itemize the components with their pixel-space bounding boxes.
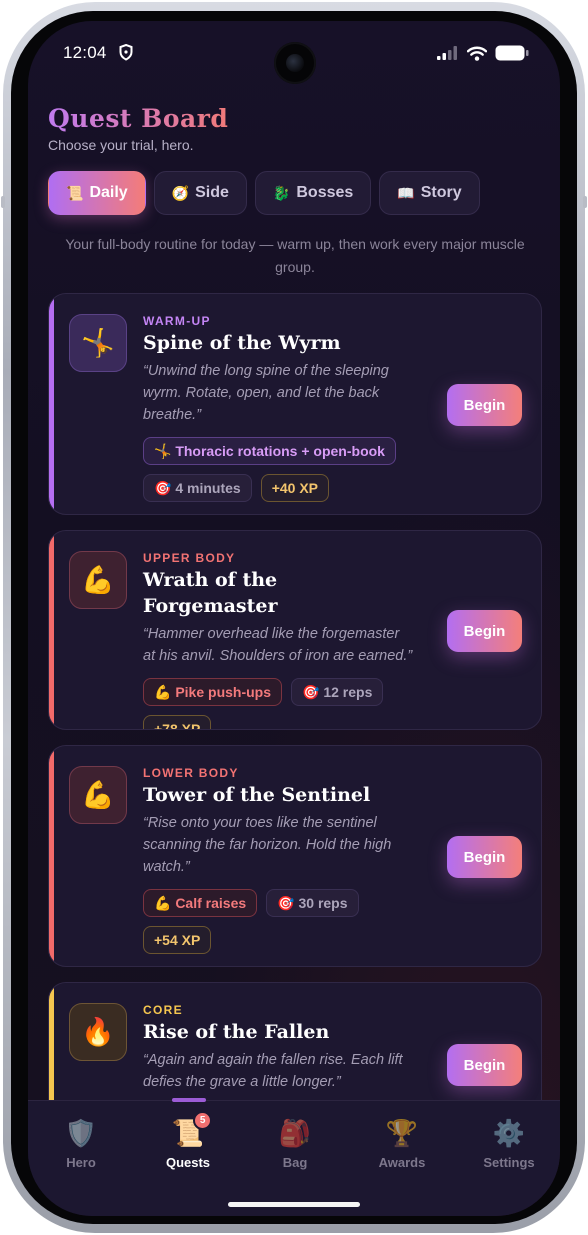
quest-title: Spine of the Wyrm (143, 332, 341, 354)
quest-category: LOWER BODY (143, 766, 239, 780)
gear-icon: ⚙️ (492, 1118, 526, 1148)
quest-tags: 🤸 Thoracic rotations + open-book 🎯 4 min… (143, 437, 415, 502)
quest-title: Tower of the Sentinel (143, 784, 371, 806)
quest-card: 🤸 WARM-UP Spine of the Wyrm “Unwind the … (48, 293, 542, 515)
routine-description: Your full-body routine for today — warm … (65, 236, 525, 275)
dragon-icon: 🐉 (272, 184, 291, 201)
nav-label: Hero (66, 1155, 96, 1170)
status-indicators (437, 45, 529, 61)
side-button-right (583, 196, 587, 208)
shield-icon: 🛡️ (64, 1118, 98, 1148)
notification-badge: 5 (193, 1111, 213, 1130)
exercise-chip: 🤸 Thoracic rotations + open-book (143, 437, 396, 465)
quest-category-tabs: 📜 Daily 🧭 Side 🐉 Bosses 📖 Story (48, 171, 480, 215)
tab-label: Story (420, 184, 462, 201)
card-accent-bar (49, 746, 54, 966)
cartwheel-icon: 🤸 (69, 314, 127, 372)
card-accent-bar (49, 531, 54, 729)
trophy-icon: 🏆 (385, 1118, 419, 1148)
bottom-tab-bar: 🛡️ Hero 📜 5 Quests 🎒 Bag 🏆 Awards ⚙️ Sett… (28, 1098, 560, 1216)
fire-icon: 🔥 (69, 1003, 127, 1061)
front-camera (274, 42, 316, 84)
quest-category: UPPER BODY (143, 551, 236, 565)
tab-daily[interactable]: 📜 Daily (48, 171, 146, 215)
flexed-biceps-icon: 💪 (69, 766, 127, 824)
open-book-icon: 📖 (397, 184, 415, 201)
exercise-chip: 💪 Pike push-ups (143, 678, 283, 706)
scroll-icon: 📜 5 (172, 1111, 213, 1151)
quest-card: 💪 UPPER BODY Wrath of the Forgemaster “H… (48, 530, 542, 730)
vpn-shield-icon (119, 44, 133, 61)
page-subtitle: Choose your trial, hero. (48, 137, 194, 153)
quest-description: “Again and again the fallen rise. Each l… (143, 1052, 403, 1090)
backpack-icon: 🎒 (278, 1118, 312, 1148)
nav-hero[interactable]: 🛡️ Hero (31, 1115, 131, 1170)
page-title: Quest Board (48, 104, 229, 133)
page-header: Quest Board Choose your trial, hero. (48, 103, 228, 153)
xp-chip: +78 XP (143, 715, 212, 729)
nav-label: Bag (282, 1155, 308, 1170)
compass-icon: 🧭 (171, 184, 190, 201)
signal-icon (437, 46, 457, 60)
tab-story[interactable]: 📖 Story (379, 171, 480, 215)
quest-description: “Rise onto your toes like the sentinel s… (143, 815, 392, 875)
nav-label: Settings (483, 1155, 535, 1170)
target-chip: 🎯 30 reps (266, 889, 359, 917)
nav-settings[interactable]: ⚙️ Settings (459, 1115, 559, 1170)
status-time: 12:04 (63, 43, 107, 62)
target-chip: 🎯 4 minutes (143, 474, 252, 502)
nav-bag[interactable]: 🎒 Bag (245, 1115, 345, 1170)
tab-label: Side (195, 184, 229, 201)
card-accent-bar (49, 294, 54, 514)
tab-label: Bosses (296, 184, 354, 201)
xp-chip: +54 XP (143, 926, 212, 954)
begin-button[interactable]: Begin (447, 1044, 522, 1086)
tab-side[interactable]: 🧭 Side (153, 171, 247, 215)
quest-title: Rise of the Fallen (143, 1021, 330, 1043)
active-tab-indicator (172, 1098, 206, 1102)
begin-button[interactable]: Begin (447, 836, 522, 878)
quest-description: “Hammer overhead like the forgemaster at… (143, 626, 413, 664)
app-screen: 12:04 Quest Board Choose your trial, her… (28, 21, 560, 1216)
exercise-chip: 💪 Calf raises (143, 889, 258, 917)
scroll-icon: 📜 (66, 184, 84, 201)
quest-tags: 💪 Calf raises 🎯 30 reps +54 XP (143, 889, 415, 954)
nav-label: Quests (165, 1155, 211, 1170)
target-chip: 🎯 12 reps (291, 678, 384, 706)
side-button-left (1, 196, 5, 208)
nav-awards[interactable]: 🏆 Awards (352, 1115, 452, 1170)
quest-tags: 💪 Pike push-ups 🎯 12 reps +78 XP (143, 678, 415, 729)
quest-category: WARM-UP (143, 314, 211, 328)
quest-title: Wrath of the Forgemaster (143, 569, 278, 617)
xp-chip: +40 XP (260, 474, 330, 502)
status-bar: 12:04 (28, 21, 560, 85)
quest-category: CORE (143, 1003, 183, 1017)
begin-button[interactable]: Begin (447, 384, 522, 426)
nav-label: Awards (378, 1155, 426, 1170)
quest-card: 💪 LOWER BODY Tower of the Sentinel “Rise… (48, 745, 542, 967)
flexed-biceps-icon: 💪 (69, 551, 127, 609)
begin-button[interactable]: Begin (447, 610, 522, 652)
tab-label: Daily (89, 184, 128, 201)
wifi-icon (467, 46, 487, 61)
battery-icon (495, 45, 529, 61)
nav-quests[interactable]: 📜 5 Quests (138, 1111, 238, 1170)
tab-bosses[interactable]: 🐉 Bosses (254, 171, 372, 215)
quest-description: “Unwind the long spine of the sleeping w… (143, 363, 389, 423)
home-indicator[interactable] (228, 1202, 360, 1207)
